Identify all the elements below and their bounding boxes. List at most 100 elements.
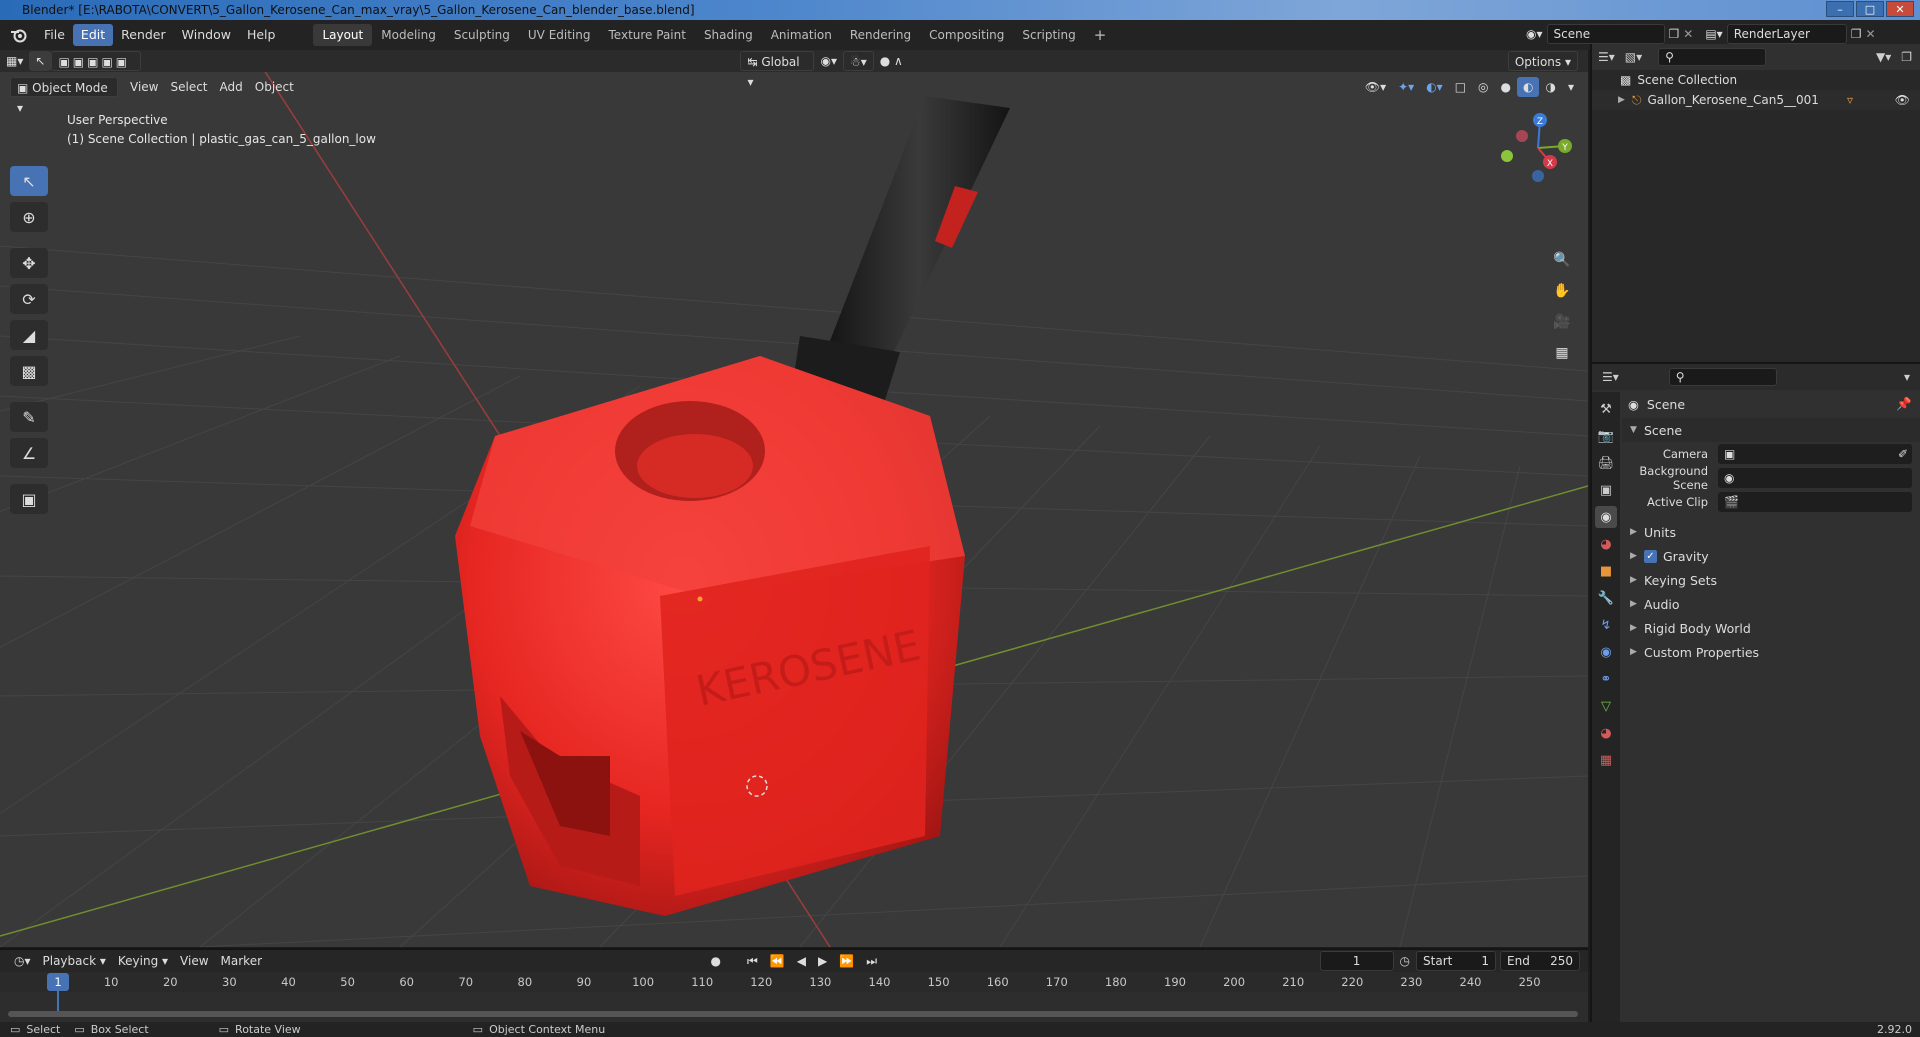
selection-mode-buttons[interactable]: ▣▣▣▣▣ — [51, 51, 142, 71]
background-scene-field[interactable]: ◉ — [1718, 468, 1912, 488]
shading-material-icon[interactable]: ◐ — [1517, 77, 1540, 97]
timeline-menu-marker[interactable]: Marker — [215, 951, 268, 971]
scale-tool-icon[interactable]: ◢ — [10, 320, 48, 350]
gizmo-toggle-icon[interactable]: ✦▾ — [1392, 77, 1420, 97]
custom-properties-panel[interactable]: ▶ Custom Properties — [1622, 640, 1920, 664]
preview-range-icon[interactable]: ◷ — [1400, 954, 1410, 968]
zoom-icon[interactable]: 🔍 — [1548, 248, 1576, 272]
menu-file[interactable]: File — [36, 24, 73, 46]
xray-icon[interactable]: □ — [1449, 77, 1472, 97]
world-tab-icon[interactable]: ◕ — [1595, 533, 1617, 555]
delete-renderlayer-icon[interactable]: ✕ — [1865, 27, 1875, 41]
delete-scene-icon[interactable]: ✕ — [1683, 27, 1693, 41]
tab-compositing[interactable]: Compositing — [920, 24, 1013, 46]
rotate-tool-icon[interactable]: ⟳ — [10, 284, 48, 314]
physics-tab-icon[interactable]: ◉ — [1595, 641, 1617, 663]
camera-view-icon[interactable]: 🎥 — [1548, 310, 1576, 334]
scene-selector[interactable]: Scene — [1546, 24, 1665, 44]
play-icon[interactable]: ▶ — [812, 951, 833, 971]
select-box-tool-icon[interactable]: ↖ — [10, 166, 48, 196]
timeline-editor-icon[interactable]: ◷▾ — [8, 951, 37, 971]
constraints-tab-icon[interactable]: ⚭ — [1595, 668, 1617, 690]
tab-uv-editing[interactable]: UV Editing — [519, 24, 600, 46]
timeline-menu-playback[interactable]: Playback ▾ — [37, 951, 112, 971]
proportional-edit-icon[interactable]: ● ∧ — [874, 51, 909, 71]
output-tab-icon[interactable]: 🖨 — [1595, 452, 1617, 474]
tab-shading[interactable]: Shading — [695, 24, 762, 46]
tab-animation[interactable]: Animation — [762, 24, 841, 46]
expand-arrow-icon[interactable]: ▶ — [1618, 95, 1632, 105]
scene-icon[interactable]: ◉▾ — [1526, 27, 1543, 41]
texture-tab-icon[interactable]: ▦ — [1595, 749, 1617, 771]
editor-type-icon[interactable]: ▦▾ — [0, 51, 29, 71]
options-dropdown[interactable]: Options ▾ — [1507, 51, 1579, 71]
tab-modeling[interactable]: Modeling — [372, 24, 445, 46]
play-reverse-icon[interactable]: ◀ — [791, 951, 812, 971]
new-scene-icon[interactable]: ❐ — [1669, 27, 1680, 41]
render-tab-icon[interactable]: 📷 — [1595, 425, 1617, 447]
shading-rendered-icon[interactable]: ◑ — [1539, 77, 1561, 97]
start-frame-field[interactable]: Start 1 — [1416, 951, 1497, 971]
new-renderlayer-icon[interactable]: ❐ — [1851, 27, 1862, 41]
annotate-tool-icon[interactable]: ✎ — [10, 402, 48, 432]
jump-end-icon[interactable]: ⏭ — [860, 951, 883, 971]
tool-tab-icon[interactable]: ⚒ — [1595, 398, 1617, 420]
new-collection-icon[interactable]: ❐ — [1901, 50, 1912, 64]
object-data-icon[interactable]: ▿ — [1847, 93, 1853, 107]
keying-sets-panel[interactable]: ▶ Keying Sets — [1622, 568, 1920, 592]
view-layer-tab-icon[interactable]: ▣ — [1595, 479, 1617, 501]
prev-keyframe-icon[interactable]: ⏪ — [764, 951, 791, 971]
add-cube-tool-icon[interactable]: ▣ — [10, 484, 48, 514]
particles-tab-icon[interactable]: ↯ — [1595, 614, 1617, 636]
jump-start-icon[interactable]: ⏮ — [741, 951, 764, 971]
timeline-menu-keying[interactable]: Keying ▾ — [112, 951, 174, 971]
timeline-scrollbar[interactable] — [8, 1011, 1578, 1017]
rigid-body-world-panel[interactable]: ▶ Rigid Body World — [1622, 616, 1920, 640]
object-tab-icon[interactable]: ■ — [1595, 560, 1617, 582]
minimize-button[interactable]: – — [1826, 1, 1854, 17]
overlay-toggle-icon[interactable]: ◐▾ — [1420, 77, 1449, 97]
tab-scripting[interactable]: Scripting — [1013, 24, 1084, 46]
add-workspace-icon[interactable]: + — [1085, 24, 1116, 46]
scene-panel-header[interactable]: ▼ Scene — [1622, 418, 1920, 442]
active-clip-field[interactable]: 🎬 — [1718, 492, 1912, 512]
units-panel[interactable]: ▶ Units — [1622, 520, 1920, 544]
next-keyframe-icon[interactable]: ⏩ — [833, 951, 860, 971]
properties-options-icon[interactable]: ▾ — [1904, 370, 1910, 384]
viewport-menu-view[interactable]: View — [124, 77, 164, 97]
viewport-menu-object[interactable]: Object — [249, 77, 300, 97]
properties-search-input[interactable]: ⚲ — [1668, 368, 1777, 386]
data-tab-icon[interactable]: ▽ — [1595, 695, 1617, 717]
ortho-grid-icon[interactable]: ▦ — [1548, 341, 1576, 365]
outliner-editor-icon[interactable]: ☰▾ — [1598, 50, 1615, 64]
cursor-tool-icon[interactable]: ⊕ — [10, 202, 48, 232]
frame-ruler[interactable]: 1 10 20 30 40 50 60 70 80 90 100 110 120 130 140 150 160… — [0, 972, 1588, 1011]
pivot-icon[interactable]: ◉▾ — [814, 51, 843, 71]
tab-layout[interactable]: Layout — [313, 24, 373, 46]
tab-rendering[interactable]: Rendering — [841, 24, 920, 46]
camera-field[interactable]: ▣ ✐ — [1718, 444, 1912, 464]
shading-options-icon[interactable]: ▾ — [1562, 77, 1580, 97]
timeline-menu-view[interactable]: View — [174, 951, 214, 971]
audio-panel[interactable]: ▶ Audio — [1622, 592, 1920, 616]
mode-dropdown[interactable]: ▣ Object Mode ▾ — [10, 77, 118, 115]
move-tool-icon[interactable]: ✥ — [10, 248, 48, 278]
menu-help[interactable]: Help — [239, 24, 284, 46]
tab-texture-paint[interactable]: Texture Paint — [600, 24, 695, 46]
blender-logo-icon[interactable] — [8, 24, 30, 46]
tab-sculpting[interactable]: Sculpting — [445, 24, 519, 46]
3d-viewport[interactable]: KEROSENE Z Y X User Perspective (1) Scen… — [0, 56, 1588, 947]
transform-tool-icon[interactable]: ▩ — [10, 356, 48, 386]
current-frame-field[interactable]: 1 — [1319, 951, 1394, 971]
measure-tool-icon[interactable]: ∠ — [10, 438, 48, 468]
filter-icon[interactable]: ▼▾ — [1876, 50, 1891, 64]
snap-toggle-icon[interactable]: ☃▾ — [842, 51, 874, 71]
pan-hand-icon[interactable]: ✋ — [1548, 279, 1576, 303]
pin-icon[interactable]: 📌 — [1896, 396, 1912, 412]
outliner-scene-collection[interactable]: ▩ Scene Collection — [1592, 70, 1920, 90]
record-icon[interactable]: ● — [705, 951, 727, 971]
visibility-eye-icon[interactable]: 👁 — [1895, 93, 1910, 107]
maximize-button[interactable]: □ — [1856, 1, 1884, 17]
select-mode-arrow-icon[interactable]: ↖ — [29, 51, 52, 71]
gravity-checkbox[interactable]: ✓ — [1644, 549, 1657, 563]
